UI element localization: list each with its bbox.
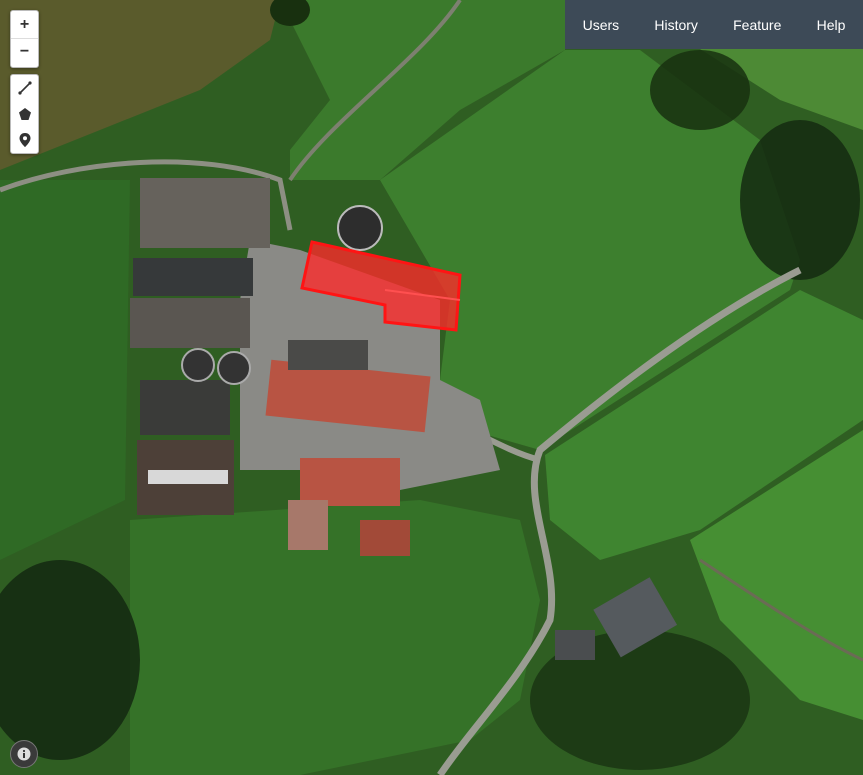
farmhouse-roof <box>300 458 400 506</box>
zoom-out-button[interactable]: − <box>11 39 38 65</box>
barn-skylight <box>148 470 228 484</box>
draw-toolbar <box>10 74 39 154</box>
nav-feature[interactable]: Feature <box>727 17 787 33</box>
nav-help[interactable]: Help <box>811 17 852 33</box>
farmhouse <box>288 340 368 370</box>
tree-cluster <box>740 120 860 280</box>
nav-users[interactable]: Users <box>577 17 626 33</box>
zoom-control: + − <box>10 10 39 68</box>
satellite-map[interactable] <box>0 0 863 775</box>
line-tool-icon <box>17 81 32 95</box>
house <box>555 630 595 660</box>
top-navigation: Users History Feature Help <box>565 0 863 49</box>
silo <box>181 348 215 382</box>
polygon-tool-button[interactable] <box>11 101 38 127</box>
silo <box>217 351 251 385</box>
marker-tool-button[interactable] <box>11 127 38 153</box>
field-left <box>0 180 130 560</box>
barn <box>133 258 253 296</box>
polygon-tool-icon <box>18 108 31 120</box>
info-button[interactable] <box>10 740 38 768</box>
house <box>360 520 410 556</box>
silo <box>337 205 383 251</box>
barn <box>140 178 270 248</box>
barn <box>130 298 250 348</box>
tree-cluster <box>650 50 750 130</box>
barn <box>140 380 230 435</box>
zoom-in-button[interactable]: + <box>11 11 38 39</box>
house <box>288 500 328 550</box>
marker-tool-icon <box>19 133 30 147</box>
line-tool-button[interactable] <box>11 75 38 101</box>
info-icon <box>17 747 31 761</box>
nav-history[interactable]: History <box>648 17 704 33</box>
